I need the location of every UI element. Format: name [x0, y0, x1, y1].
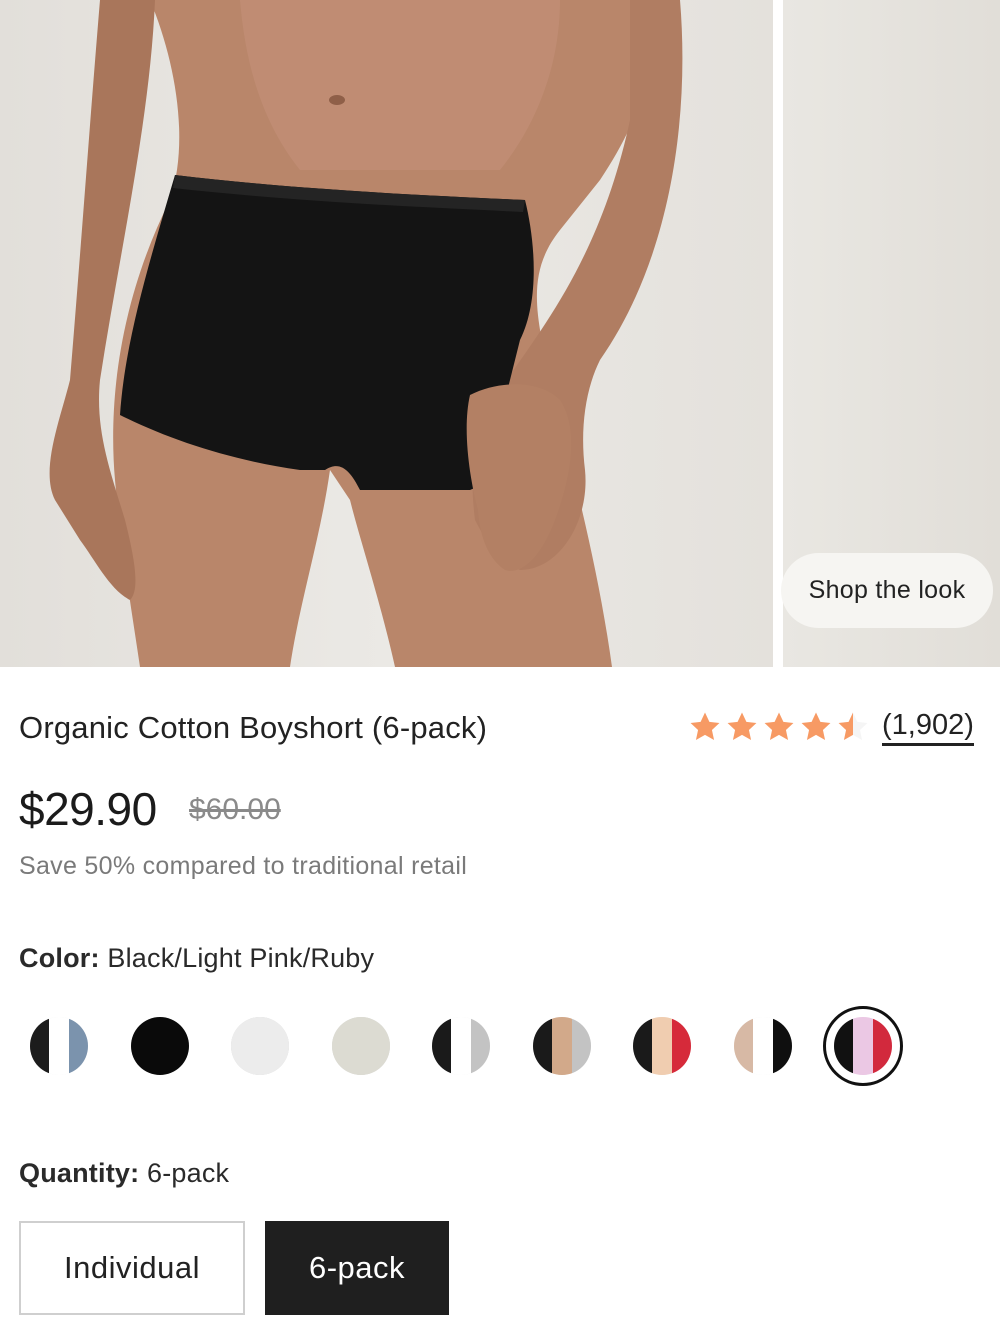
quantity-label: Quantity: 6-pack — [19, 1158, 229, 1189]
color-swatch-black-tan-grey[interactable] — [533, 1017, 591, 1075]
sale-price: $29.90 — [19, 783, 157, 835]
swatch-stripe — [30, 1017, 50, 1075]
original-price: $60.00 — [189, 793, 281, 826]
selected-quantity: 6-pack — [147, 1158, 230, 1188]
color-swatch-black[interactable] — [131, 1017, 189, 1075]
color-swatch-black-pink-ruby[interactable] — [834, 1017, 892, 1075]
swatch-stripe — [533, 1017, 553, 1075]
color-swatch-black-white-grey[interactable] — [432, 1017, 490, 1075]
swatch-stripe — [131, 1017, 189, 1075]
star-icon — [727, 712, 757, 741]
color-swatch-black-blue[interactable] — [30, 1017, 88, 1075]
star-icon — [764, 712, 794, 741]
product-title: Organic Cotton Boyshort (6-pack) — [19, 710, 488, 745]
swatch-stripe — [853, 1017, 873, 1075]
selected-color-name: Black/Light Pink/Ruby — [107, 943, 375, 973]
swatch-stripe — [652, 1017, 672, 1075]
swatch-stripe — [231, 1017, 289, 1075]
swatch-stripe — [633, 1017, 653, 1075]
review-count-link[interactable]: (1,902) — [882, 708, 974, 746]
swatch-stripe — [734, 1017, 754, 1075]
half-star-icon — [838, 712, 868, 741]
color-label: Color: Black/Light Pink/Ruby — [19, 943, 374, 974]
swatch-stripe — [432, 1017, 452, 1075]
model-illustration — [49, 0, 683, 667]
quantity-option-individual[interactable]: Individual — [19, 1221, 245, 1315]
swatch-stripe — [49, 1017, 69, 1075]
color-swatches — [30, 1006, 930, 1086]
swatch-stripe — [470, 1017, 490, 1075]
quantity-option-6-pack[interactable]: 6-pack — [265, 1221, 449, 1315]
swatch-stripe — [332, 1017, 390, 1075]
swatch-stripe — [571, 1017, 591, 1075]
shop-the-look-button[interactable]: Shop the look — [781, 553, 993, 628]
swatch-stripe — [68, 1017, 88, 1075]
swatch-stripe — [772, 1017, 792, 1075]
color-swatch-bone[interactable] — [332, 1017, 390, 1075]
savings-note: Save 50% compared to traditional retail — [19, 852, 468, 880]
quantity-label-key: Quantity: — [19, 1158, 140, 1188]
star-icon — [690, 712, 720, 741]
swatch-stripe — [552, 1017, 572, 1075]
color-swatch-white[interactable] — [231, 1017, 289, 1075]
swatch-stripe — [753, 1017, 773, 1075]
product-gallery[interactable]: Shop the look — [0, 0, 1000, 667]
product-image-main[interactable] — [0, 0, 773, 667]
color-swatch-black-tan-red[interactable] — [633, 1017, 691, 1075]
color-label-key: Color: — [19, 943, 100, 973]
rating-stars — [688, 710, 870, 744]
product-rating[interactable]: (1,902) — [688, 708, 974, 746]
swatch-stripe — [451, 1017, 471, 1075]
color-swatch-tan-white-black[interactable] — [734, 1017, 792, 1075]
swatch-stripe — [671, 1017, 691, 1075]
star-icon — [801, 712, 831, 741]
